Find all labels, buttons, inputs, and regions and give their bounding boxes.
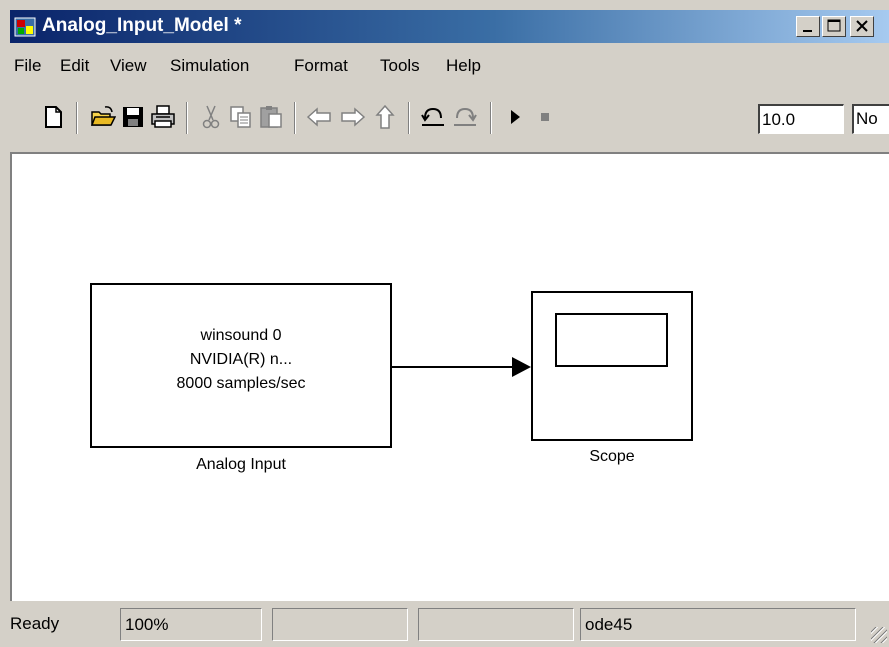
scope-block[interactable] [531, 291, 693, 441]
resize-grip-icon[interactable] [871, 627, 887, 643]
window-title: Analog_Input_Model * [42, 15, 242, 36]
close-button[interactable] [850, 16, 874, 37]
menu-tools[interactable]: Tools [380, 56, 420, 76]
redo-icon[interactable] [452, 104, 478, 130]
open-folder-icon[interactable] [90, 104, 116, 130]
copy-icon[interactable] [228, 104, 254, 130]
up-arrow-icon[interactable] [372, 104, 398, 130]
menu-view[interactable]: View [110, 56, 147, 76]
menu-file[interactable]: File [14, 56, 41, 76]
analog-input-block[interactable]: winsound 0 NVIDIA(R) n... 8000 samples/s… [90, 283, 392, 448]
analog-input-device-line: winsound 0 [200, 327, 282, 344]
menu-help[interactable]: Help [446, 56, 481, 76]
status-ready: Ready [10, 614, 60, 633]
back-arrow-icon[interactable] [306, 104, 332, 130]
paste-icon[interactable] [258, 104, 284, 130]
forward-arrow-icon[interactable] [340, 104, 366, 130]
title-bar[interactable]: Analog_Input_Model * [10, 10, 889, 43]
status-zoom: 100% [120, 608, 262, 641]
new-model-icon[interactable] [40, 104, 66, 130]
toolbar: No [10, 88, 889, 148]
signal-line[interactable] [392, 366, 512, 368]
analog-input-rate-line: 8000 samples/sec [176, 375, 306, 392]
cut-icon[interactable] [198, 104, 224, 130]
status-pane-3 [272, 608, 408, 641]
close-icon [856, 20, 868, 32]
minimize-icon [803, 30, 812, 32]
maximize-button[interactable] [822, 16, 846, 37]
menu-edit[interactable]: Edit [60, 56, 89, 76]
simulink-app-icon [14, 17, 36, 37]
menu-simulation[interactable]: Simulation [170, 56, 249, 76]
save-icon[interactable] [120, 104, 146, 130]
status-pane-4 [418, 608, 574, 641]
stop-icon[interactable] [532, 104, 558, 130]
signal-arrowhead [512, 357, 531, 377]
status-solver: ode45 [580, 608, 856, 641]
undo-icon[interactable] [420, 104, 446, 130]
minimize-button[interactable] [796, 16, 820, 37]
analog-input-hardware-line: NVIDIA(R) n... [189, 351, 293, 368]
menu-bar: File Edit View Simulation Format Tools H… [10, 52, 889, 82]
status-bar: Ready 100% ode45 [10, 604, 889, 647]
print-icon[interactable] [150, 104, 176, 130]
scope-label[interactable]: Scope [531, 448, 693, 466]
play-icon[interactable] [502, 104, 528, 130]
model-canvas[interactable]: winsound 0 NVIDIA(R) n... 8000 samples/s… [10, 152, 889, 601]
analog-input-label[interactable]: Analog Input [90, 456, 392, 474]
stop-time-input[interactable] [758, 104, 844, 134]
menu-format[interactable]: Format [294, 56, 348, 76]
maximize-icon [827, 19, 841, 32]
scope-screen-icon [555, 313, 668, 367]
model-window: Analog_Input_Model * File Edit View Simu… [0, 0, 889, 647]
simulation-mode-dropdown[interactable]: No [852, 104, 889, 134]
